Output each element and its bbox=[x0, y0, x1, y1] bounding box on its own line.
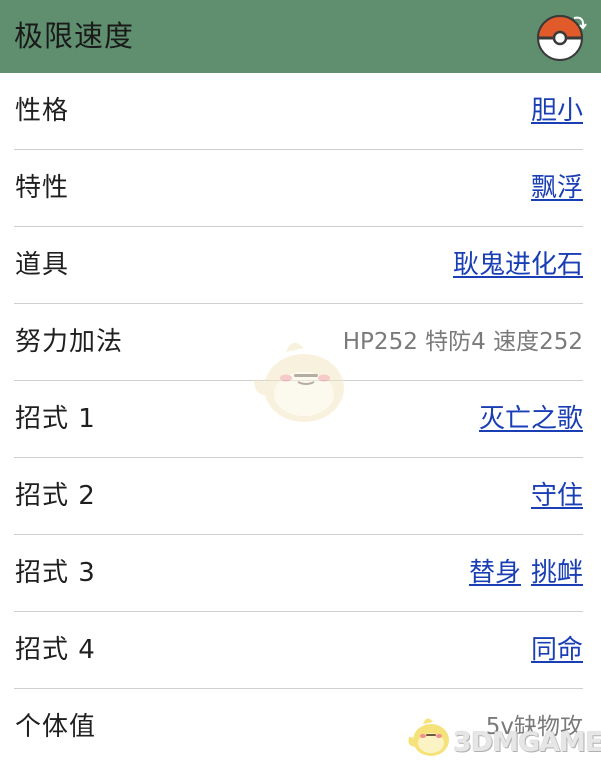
row-ability: 特性 飘浮 bbox=[14, 150, 583, 227]
row-label: 努力加法 bbox=[15, 327, 124, 357]
pokeball-icon[interactable] bbox=[536, 10, 588, 62]
move-1-link[interactable]: 灭亡之歌 bbox=[479, 404, 583, 434]
move-3-link-a[interactable]: 替身 bbox=[469, 558, 521, 588]
row-move-1: 招式 1 灭亡之歌 bbox=[14, 381, 583, 458]
site-logo: 3DMGAME bbox=[405, 710, 601, 760]
row-item: 道具 耿鬼进化石 bbox=[14, 227, 583, 304]
row-label: 招式 4 bbox=[15, 635, 96, 665]
row-label: 性格 bbox=[15, 96, 70, 126]
item-link[interactable]: 耿鬼进化石 bbox=[453, 250, 583, 280]
row-value: 守住 bbox=[531, 478, 583, 514]
move-2-link[interactable]: 守住 bbox=[531, 481, 583, 511]
row-value: 替身 挑衅 bbox=[469, 555, 583, 591]
page-title: 极限速度 bbox=[14, 19, 135, 53]
row-value: 飘浮 bbox=[531, 170, 583, 206]
row-label: 招式 1 bbox=[15, 404, 96, 434]
move-3-link-b[interactable]: 挑衅 bbox=[531, 558, 583, 588]
logo-text: 3DMGAME bbox=[453, 727, 601, 758]
row-move-4: 招式 4 同命 bbox=[14, 612, 583, 689]
row-effort-values: 努力加法 HP252 特防4 速度252 bbox=[14, 304, 583, 381]
row-label: 招式 3 bbox=[15, 558, 96, 588]
ability-link[interactable]: 飘浮 bbox=[531, 173, 583, 203]
row-label: 特性 bbox=[15, 173, 70, 203]
row-value: 耿鬼进化石 bbox=[453, 247, 583, 283]
effort-values-text: HP252 特防4 速度252 bbox=[342, 329, 583, 355]
row-move-3: 招式 3 替身 挑衅 bbox=[14, 535, 583, 612]
mascot-logo-icon bbox=[408, 718, 449, 756]
row-label: 道具 bbox=[15, 250, 70, 280]
row-nature: 性格 胆小 bbox=[14, 73, 583, 150]
row-value: 胆小 bbox=[531, 93, 583, 129]
move-4-link[interactable]: 同命 bbox=[531, 635, 583, 665]
app-header: 极限速度 bbox=[0, 0, 601, 73]
row-label: 个体值 bbox=[15, 712, 97, 742]
page: 极限速度 性格 胆小 特性 飘浮 道具 耿鬼进化石 努力加法 HP252 特防4… bbox=[0, 0, 601, 763]
nature-link[interactable]: 胆小 bbox=[531, 96, 583, 126]
row-move-2: 招式 2 守住 bbox=[14, 458, 583, 535]
row-value: 同命 bbox=[531, 632, 583, 668]
row-value: 灭亡之歌 bbox=[479, 401, 583, 437]
row-label: 招式 2 bbox=[15, 481, 96, 511]
build-detail-list: 性格 胆小 特性 飘浮 道具 耿鬼进化石 努力加法 HP252 特防4 速度25… bbox=[14, 73, 583, 763]
